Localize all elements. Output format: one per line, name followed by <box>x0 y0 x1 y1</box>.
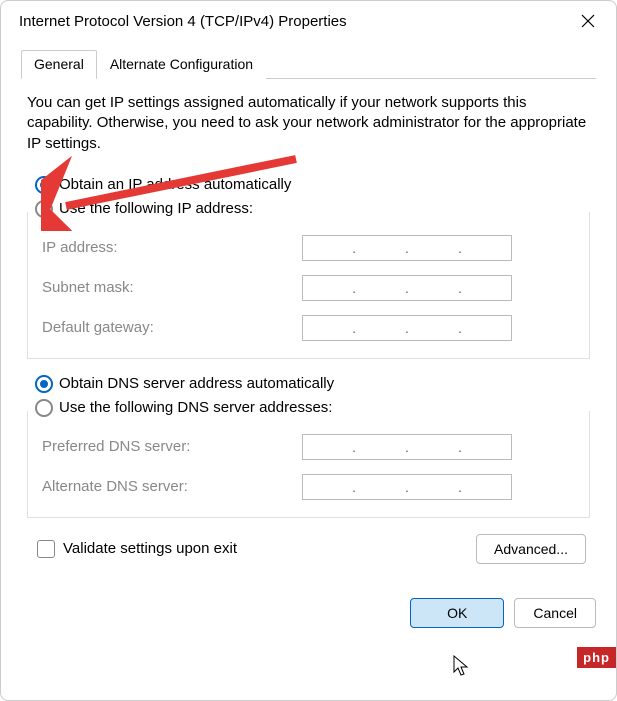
dns-fields: Preferred DNS server: ... Alternate DNS … <box>27 411 590 518</box>
bottom-row: Validate settings upon exit Advanced... <box>27 534 590 564</box>
field-label: Subnet mask: <box>42 279 302 296</box>
field-label: Preferred DNS server: <box>42 438 302 455</box>
preferred-dns-input[interactable]: ... <box>302 434 512 460</box>
dialog-body: General Alternate Configuration You can … <box>1 41 616 588</box>
field-label: Default gateway: <box>42 319 302 336</box>
checkbox-label: Validate settings upon exit <box>63 540 237 557</box>
radio-label: Obtain an IP address automatically <box>59 176 291 193</box>
field-subnet-mask: Subnet mask: ... <box>42 270 577 306</box>
field-alternate-dns: Alternate DNS server: ... <box>42 469 577 505</box>
field-preferred-dns: Preferred DNS server: ... <box>42 429 577 465</box>
tab-strip: General Alternate Configuration <box>21 49 596 79</box>
alternate-dns-input[interactable]: ... <box>302 474 512 500</box>
dialog-footer: OK Cancel <box>1 588 616 628</box>
description-text: You can get IP settings assigned automat… <box>27 93 590 154</box>
radio-ip-auto[interactable]: Obtain an IP address automatically <box>35 176 590 194</box>
cancel-button[interactable]: Cancel <box>514 598 596 628</box>
ok-button[interactable]: OK <box>410 598 504 628</box>
radio-dns-auto[interactable]: Obtain DNS server address automatically <box>35 375 590 393</box>
ip-address-input[interactable]: ... <box>302 235 512 261</box>
tab-general[interactable]: General <box>21 50 97 79</box>
radio-label: Obtain DNS server address automatically <box>59 375 334 392</box>
field-label: IP address: <box>42 239 302 256</box>
close-icon <box>581 14 595 28</box>
dialog-window: Internet Protocol Version 4 (TCP/IPv4) P… <box>0 0 617 701</box>
title-bar: Internet Protocol Version 4 (TCP/IPv4) P… <box>1 1 616 41</box>
tab-alternate[interactable]: Alternate Configuration <box>97 50 266 79</box>
subnet-mask-input[interactable]: ... <box>302 275 512 301</box>
field-ip-address: IP address: ... <box>42 230 577 266</box>
field-default-gateway: Default gateway: ... <box>42 310 577 346</box>
watermark-badge: php <box>577 647 616 668</box>
default-gateway-input[interactable]: ... <box>302 315 512 341</box>
checkbox-icon <box>37 540 55 558</box>
ip-group: Obtain an IP address automatically Use t… <box>27 176 590 359</box>
tab-content-general: You can get IP settings assigned automat… <box>21 79 596 576</box>
radio-icon <box>35 176 53 194</box>
advanced-button[interactable]: Advanced... <box>476 534 586 564</box>
radio-icon <box>35 375 53 393</box>
field-label: Alternate DNS server: <box>42 478 302 495</box>
mouse-cursor-icon <box>453 655 473 679</box>
validate-checkbox[interactable]: Validate settings upon exit <box>37 540 237 558</box>
ip-fields: IP address: ... Subnet mask: ... Default… <box>27 212 590 359</box>
close-button[interactable] <box>568 1 608 41</box>
window-title: Internet Protocol Version 4 (TCP/IPv4) P… <box>19 13 568 30</box>
dns-group: Obtain DNS server address automatically … <box>27 375 590 518</box>
